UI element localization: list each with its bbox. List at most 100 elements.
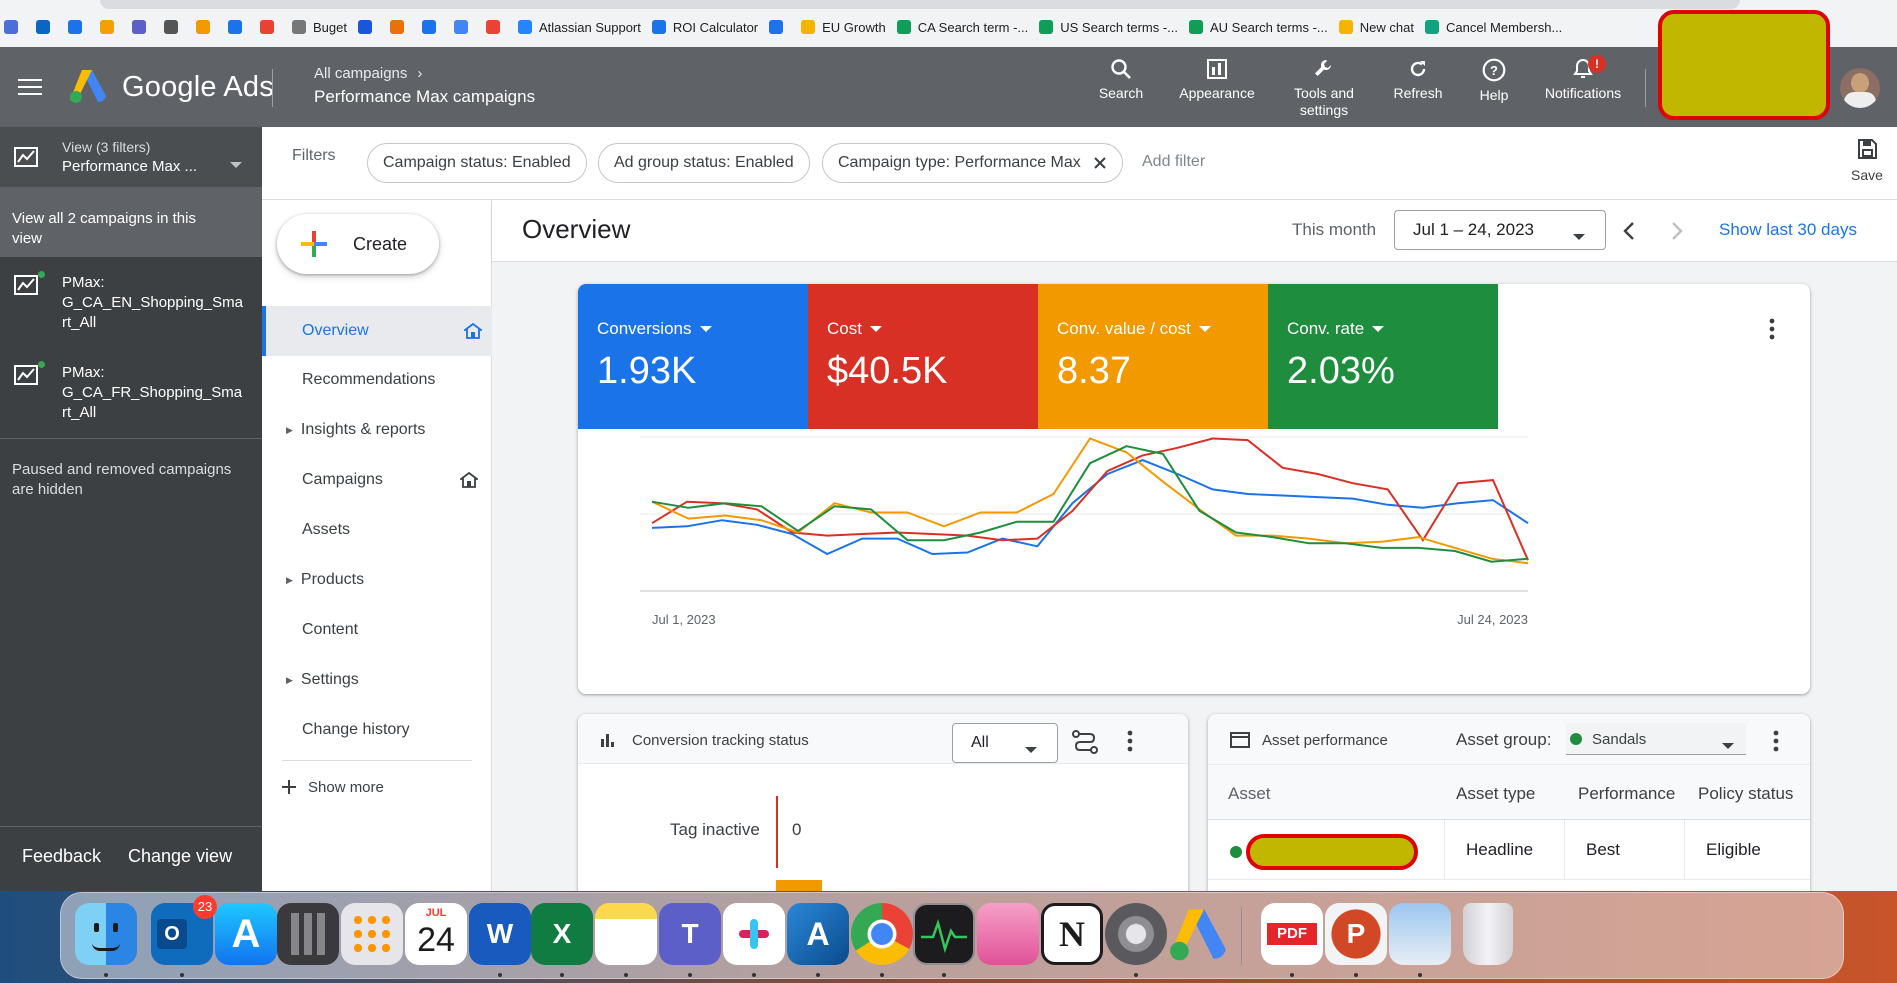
- bookmark-item[interactable]: EU Growth: [801, 17, 886, 37]
- help-button[interactable]: ? Help: [1470, 57, 1518, 104]
- tracking-filter-select[interactable]: All: [952, 723, 1058, 763]
- nav-item-content[interactable]: Content: [262, 605, 492, 655]
- bookmark-item[interactable]: [453, 17, 475, 37]
- view-all-campaigns-link[interactable]: View all 2 campaigns in this view: [0, 187, 262, 257]
- screen-mirror-icon[interactable]: [977, 903, 1039, 965]
- finder-icon[interactable]: [75, 903, 137, 965]
- add-filter-input[interactable]: Add filter: [1142, 153, 1205, 171]
- word-icon[interactable]: W: [469, 903, 531, 965]
- filter-chip[interactable]: Ad group status: Enabled: [598, 143, 810, 183]
- refresh-button[interactable]: Refresh: [1386, 57, 1450, 102]
- bookmark-item[interactable]: US Search terms -...: [1039, 17, 1178, 37]
- next-period-icon[interactable]: [1668, 220, 1686, 242]
- powerpoint-icon[interactable]: P: [1325, 903, 1387, 965]
- bookmark-item[interactable]: [485, 17, 507, 37]
- bookmark-item[interactable]: [228, 17, 249, 37]
- chrome-icon[interactable]: [851, 903, 913, 965]
- bookmark-item[interactable]: [769, 17, 790, 37]
- conversion-tracking-card: Conversion tracking status All Tag inact…: [578, 714, 1188, 904]
- breadcrumb-parent[interactable]: All campaigns ›: [314, 65, 422, 82]
- close-icon[interactable]: [1093, 156, 1107, 170]
- create-button[interactable]: Create: [277, 214, 439, 274]
- teams-icon[interactable]: T: [659, 903, 721, 965]
- app-store-icon[interactable]: A: [215, 903, 277, 965]
- activity-monitor-icon[interactable]: [913, 903, 975, 965]
- google-ads-app-icon[interactable]: [1167, 903, 1229, 965]
- bookmark-item[interactable]: CA Search term -...: [896, 17, 1028, 37]
- bookmark-item[interactable]: [421, 17, 443, 37]
- bookmark-item[interactable]: [36, 17, 57, 37]
- notifications-button[interactable]: Notifications !: [1534, 55, 1632, 102]
- show-more-button[interactable]: Show more: [280, 778, 384, 796]
- nav-item-insights[interactable]: ▶ Insights & reports: [262, 405, 492, 455]
- nav-item-assets[interactable]: Assets: [262, 505, 492, 555]
- notes-icon[interactable]: [595, 903, 657, 965]
- bookmark-item[interactable]: [68, 17, 89, 37]
- preview-icon[interactable]: [1389, 903, 1451, 965]
- metric-tile[interactable]: Conv. value / cost 8.37: [1038, 284, 1268, 429]
- column-header[interactable]: Asset type: [1456, 784, 1535, 804]
- date-range-picker[interactable]: Jul 1 – 24, 2023: [1394, 210, 1606, 250]
- nav-item-settings[interactable]: ▶ Settings: [262, 655, 492, 705]
- calendar-icon[interactable]: JUL 24: [405, 903, 467, 965]
- view-selector[interactable]: View (3 filters) Performance Max ...: [0, 127, 262, 187]
- bookmark-item[interactable]: [164, 17, 185, 37]
- campaign-item[interactable]: PMax: G_CA_EN_Shopping_Sma rt_All: [0, 257, 262, 347]
- campaign-item[interactable]: PMax: G_CA_FR_Shopping_Sma rt_All: [0, 347, 262, 437]
- azure-data-studio-icon[interactable]: A: [787, 903, 849, 965]
- bookmark-item[interactable]: Cancel Membersh...: [1424, 17, 1562, 37]
- notifications-label: Notifications: [1544, 85, 1622, 101]
- tools-settings-button[interactable]: Tools and settings: [1284, 57, 1364, 119]
- more-options-icon[interactable]: [1126, 730, 1134, 752]
- more-options-icon[interactable]: [1772, 730, 1780, 752]
- more-options-icon[interactable]: [1768, 318, 1776, 340]
- nav-item-change-history[interactable]: Change history: [262, 705, 492, 755]
- system-settings-icon[interactable]: [1105, 903, 1167, 965]
- search-button[interactable]: Search: [1094, 57, 1148, 102]
- bookmark-item[interactable]: [196, 17, 217, 37]
- bookmark-item[interactable]: ROI Calculator: [651, 17, 758, 37]
- show-last-30-days-link[interactable]: Show last 30 days: [1719, 220, 1857, 240]
- bookmark-item[interactable]: [357, 17, 379, 37]
- change-view-link[interactable]: Change view: [128, 846, 232, 867]
- filter-chip[interactable]: Campaign type: Performance Max: [822, 143, 1123, 183]
- excel-icon[interactable]: X: [531, 903, 593, 965]
- bookmark-item[interactable]: Atlassian Support: [517, 17, 641, 37]
- bookmark-item[interactable]: [4, 17, 25, 37]
- nav-item-campaigns[interactable]: Campaigns: [262, 455, 492, 505]
- nav-item-overview[interactable]: Overview: [262, 306, 492, 356]
- bookmark-item[interactable]: New chat: [1338, 17, 1414, 37]
- notion-icon[interactable]: N: [1041, 903, 1103, 965]
- bookmark-item[interactable]: [260, 17, 281, 37]
- asset-group-select[interactable]: Sandals: [1566, 723, 1746, 755]
- filter-chip-label: Ad group status: Enabled: [614, 154, 794, 171]
- bookmark-item[interactable]: AU Search terms -...: [1189, 17, 1328, 37]
- trash-icon[interactable]: [1463, 903, 1513, 965]
- appearance-button[interactable]: Appearance: [1172, 57, 1262, 102]
- bookmark-item[interactable]: [100, 17, 121, 37]
- slack-icon[interactable]: [723, 903, 785, 965]
- bookmark-item[interactable]: Buget: [292, 17, 347, 37]
- previous-period-icon[interactable]: [1620, 220, 1638, 242]
- save-button[interactable]: Save: [1842, 137, 1892, 183]
- metric-tile[interactable]: Cost $40.5K: [808, 284, 1038, 429]
- column-header[interactable]: Policy status: [1698, 784, 1793, 804]
- pdf-app-icon[interactable]: PDF: [1261, 903, 1323, 965]
- menu-icon[interactable]: [18, 79, 42, 97]
- bookmark-item[interactable]: [389, 17, 411, 37]
- table-row[interactable]: Headline Best Eligible: [1208, 820, 1810, 880]
- calculator-icon[interactable]: [277, 903, 339, 965]
- chart-series-line: [651, 437, 1529, 561]
- outlook-icon[interactable]: O 23: [151, 895, 217, 965]
- launchpad-icon[interactable]: [341, 903, 403, 965]
- metric-tile[interactable]: Conv. rate 2.03%: [1268, 284, 1498, 429]
- nav-item-products[interactable]: ▶ Products: [262, 555, 492, 605]
- column-header[interactable]: Performance: [1578, 784, 1675, 804]
- avatar[interactable]: [1840, 68, 1880, 108]
- nav-item-recommendations[interactable]: Recommendations: [262, 355, 492, 405]
- filter-chip[interactable]: Campaign status: Enabled: [367, 143, 587, 183]
- bookmark-item[interactable]: [132, 17, 153, 37]
- route-icon[interactable]: [1072, 730, 1098, 754]
- feedback-link[interactable]: Feedback: [22, 846, 101, 867]
- metric-tile[interactable]: Conversions 1.93K: [578, 284, 808, 429]
